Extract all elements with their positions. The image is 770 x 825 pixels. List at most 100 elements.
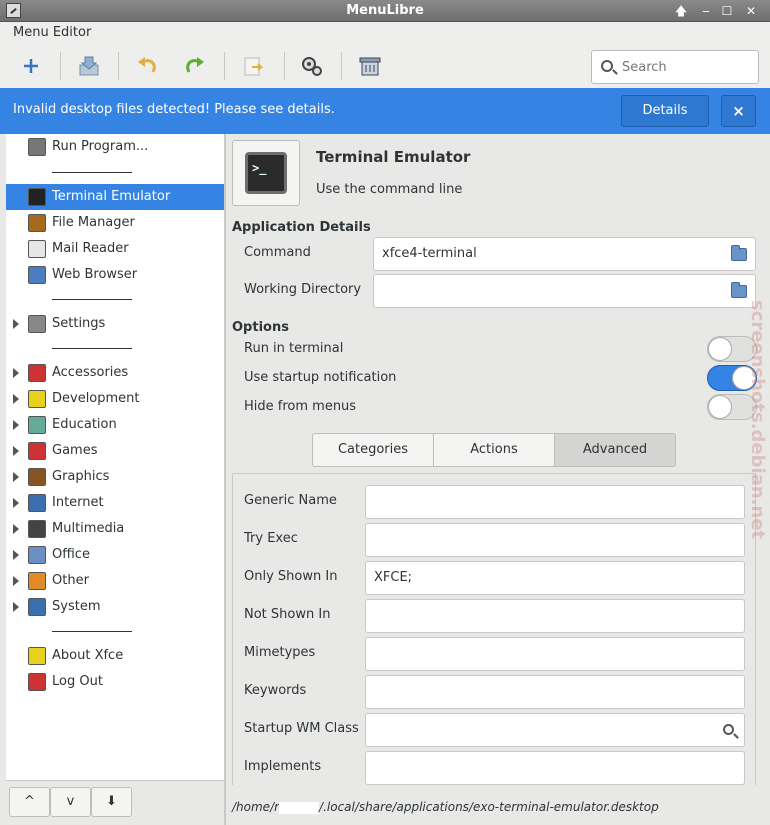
expander-arrow-icon[interactable] (13, 394, 19, 404)
tree-item-terminal-emulator[interactable]: Terminal Emulator (6, 184, 224, 210)
expander-arrow-icon[interactable] (13, 550, 19, 560)
tree-item-other[interactable]: Other (6, 568, 224, 594)
tree-item-mail-reader[interactable]: Mail Reader (6, 236, 224, 262)
undo-button[interactable] (133, 52, 161, 80)
brush-icon (28, 468, 46, 486)
tree-separator (52, 172, 132, 173)
startup-wm-class-label: Startup WM Class (244, 721, 359, 736)
app-name[interactable]: Terminal Emulator (316, 148, 470, 166)
not-shown-in-label: Not Shown In (244, 607, 331, 622)
bulb-icon (28, 390, 46, 408)
add-button[interactable] (17, 52, 45, 80)
expander-arrow-icon[interactable] (13, 420, 19, 430)
keywords-field[interactable] (365, 675, 745, 709)
path-suffix: /.local/share/applications/exo-terminal-… (319, 800, 659, 814)
tree-item-system[interactable]: System (6, 594, 224, 620)
toolbar-separator (224, 52, 225, 80)
tree-item-graphics[interactable]: Graphics (6, 464, 224, 490)
mimetypes-label: Mimetypes (244, 645, 316, 660)
tree-item-office[interactable]: Office (6, 542, 224, 568)
only-shown-in-field[interactable]: XFCE; (365, 561, 745, 595)
tab-advanced[interactable]: Advanced (554, 433, 676, 467)
keywords-label: Keywords (244, 683, 307, 698)
working-directory-field[interactable] (373, 274, 756, 308)
flask-icon (28, 416, 46, 434)
window-title: MenuLibre (346, 3, 424, 18)
expander-arrow-icon[interactable] (13, 524, 19, 534)
command-label: Command (244, 245, 311, 260)
app-icon-button[interactable]: >_ (232, 140, 300, 206)
try-exec-field[interactable] (365, 523, 745, 557)
move-up-button[interactable]: ^ (9, 787, 50, 817)
redo-button[interactable] (181, 52, 209, 80)
generic-name-field[interactable] (365, 485, 745, 519)
minimize-window-button[interactable]: ‒ (697, 3, 715, 19)
tab-categories[interactable]: Categories (312, 433, 434, 467)
tree-item-accessories[interactable]: Accessories (6, 360, 224, 386)
tree-item-label: System (52, 599, 101, 614)
close-window-button[interactable]: ✕ (742, 3, 760, 19)
switch-knob (708, 337, 732, 361)
pane-splitter[interactable] (224, 134, 226, 825)
expander-arrow-icon[interactable] (13, 576, 19, 586)
tree-item-label: Games (52, 443, 98, 458)
infobar-close-button[interactable]: × (721, 95, 756, 127)
command-field[interactable]: xfce4-terminal (373, 237, 756, 271)
sort-button[interactable]: ⬇ (91, 787, 132, 817)
tree-item-label: Development (52, 391, 140, 406)
maximize-window-button[interactable]: ☐ (718, 3, 736, 19)
star-icon (28, 647, 46, 665)
implements-field[interactable] (365, 751, 745, 785)
expander-arrow-icon[interactable] (13, 472, 19, 482)
diamond-icon (28, 572, 46, 590)
revert-button[interactable] (239, 52, 267, 80)
cards-icon (28, 442, 46, 460)
tree-item-label: Office (52, 547, 90, 562)
hide-from-menus-label: Hide from menus (244, 399, 357, 414)
implements-label: Implements (244, 759, 322, 774)
tree-item-games[interactable]: Games (6, 438, 224, 464)
tree-item-education[interactable]: Education (6, 412, 224, 438)
expander-arrow-icon[interactable] (13, 498, 19, 508)
tree-item-run-program[interactable]: Run Program... (6, 134, 224, 160)
search-box[interactable] (591, 50, 759, 84)
toolbar-separator (341, 52, 342, 80)
search-icon[interactable] (723, 724, 734, 735)
tree-item-label: Multimedia (52, 521, 125, 536)
gear-icon (28, 598, 46, 616)
startup-wm-class-field[interactable] (365, 713, 745, 747)
folder-icon[interactable] (731, 282, 747, 298)
expander-arrow-icon[interactable] (13, 319, 19, 329)
execute-button[interactable] (298, 52, 326, 80)
tab-actions[interactable]: Actions (433, 433, 555, 467)
folder-icon[interactable] (731, 245, 747, 261)
tree-item-development[interactable]: Development (6, 386, 224, 412)
details-button[interactable]: Details (621, 95, 709, 127)
shade-window-button[interactable]: 🡅 (672, 3, 690, 19)
scissors-icon (28, 364, 46, 382)
internet-globe-icon (28, 494, 46, 512)
delete-button[interactable] (356, 52, 384, 80)
move-down-button[interactable]: v (50, 787, 91, 817)
expander-arrow-icon[interactable] (13, 368, 19, 378)
app-comment[interactable]: Use the command line (316, 182, 462, 197)
menu-editor-menu[interactable]: Menu Editor (13, 25, 91, 40)
tree-item-settings[interactable]: Settings (6, 311, 224, 337)
tree-item-about-xfce[interactable]: About Xfce (6, 643, 224, 669)
expander-arrow-icon[interactable] (13, 446, 19, 456)
tree-item-web-browser[interactable]: Web Browser (6, 262, 224, 288)
tree-item-label: Mail Reader (52, 241, 129, 256)
mimetypes-field[interactable] (365, 637, 745, 671)
expander-arrow-icon[interactable] (13, 602, 19, 612)
tree-item-label: Accessories (52, 365, 129, 380)
save-button[interactable] (75, 52, 103, 80)
redo-icon (186, 57, 204, 73)
tree-item-file-manager[interactable]: File Manager (6, 210, 224, 236)
generic-name-label: Generic Name (244, 493, 337, 508)
not-shown-in-field[interactable] (365, 599, 745, 633)
search-input[interactable] (622, 57, 752, 77)
plus-icon (24, 59, 38, 73)
tree-item-log-out[interactable]: Log Out (6, 669, 224, 695)
tree-item-multimedia[interactable]: Multimedia (6, 516, 224, 542)
tree-item-internet[interactable]: Internet (6, 490, 224, 516)
